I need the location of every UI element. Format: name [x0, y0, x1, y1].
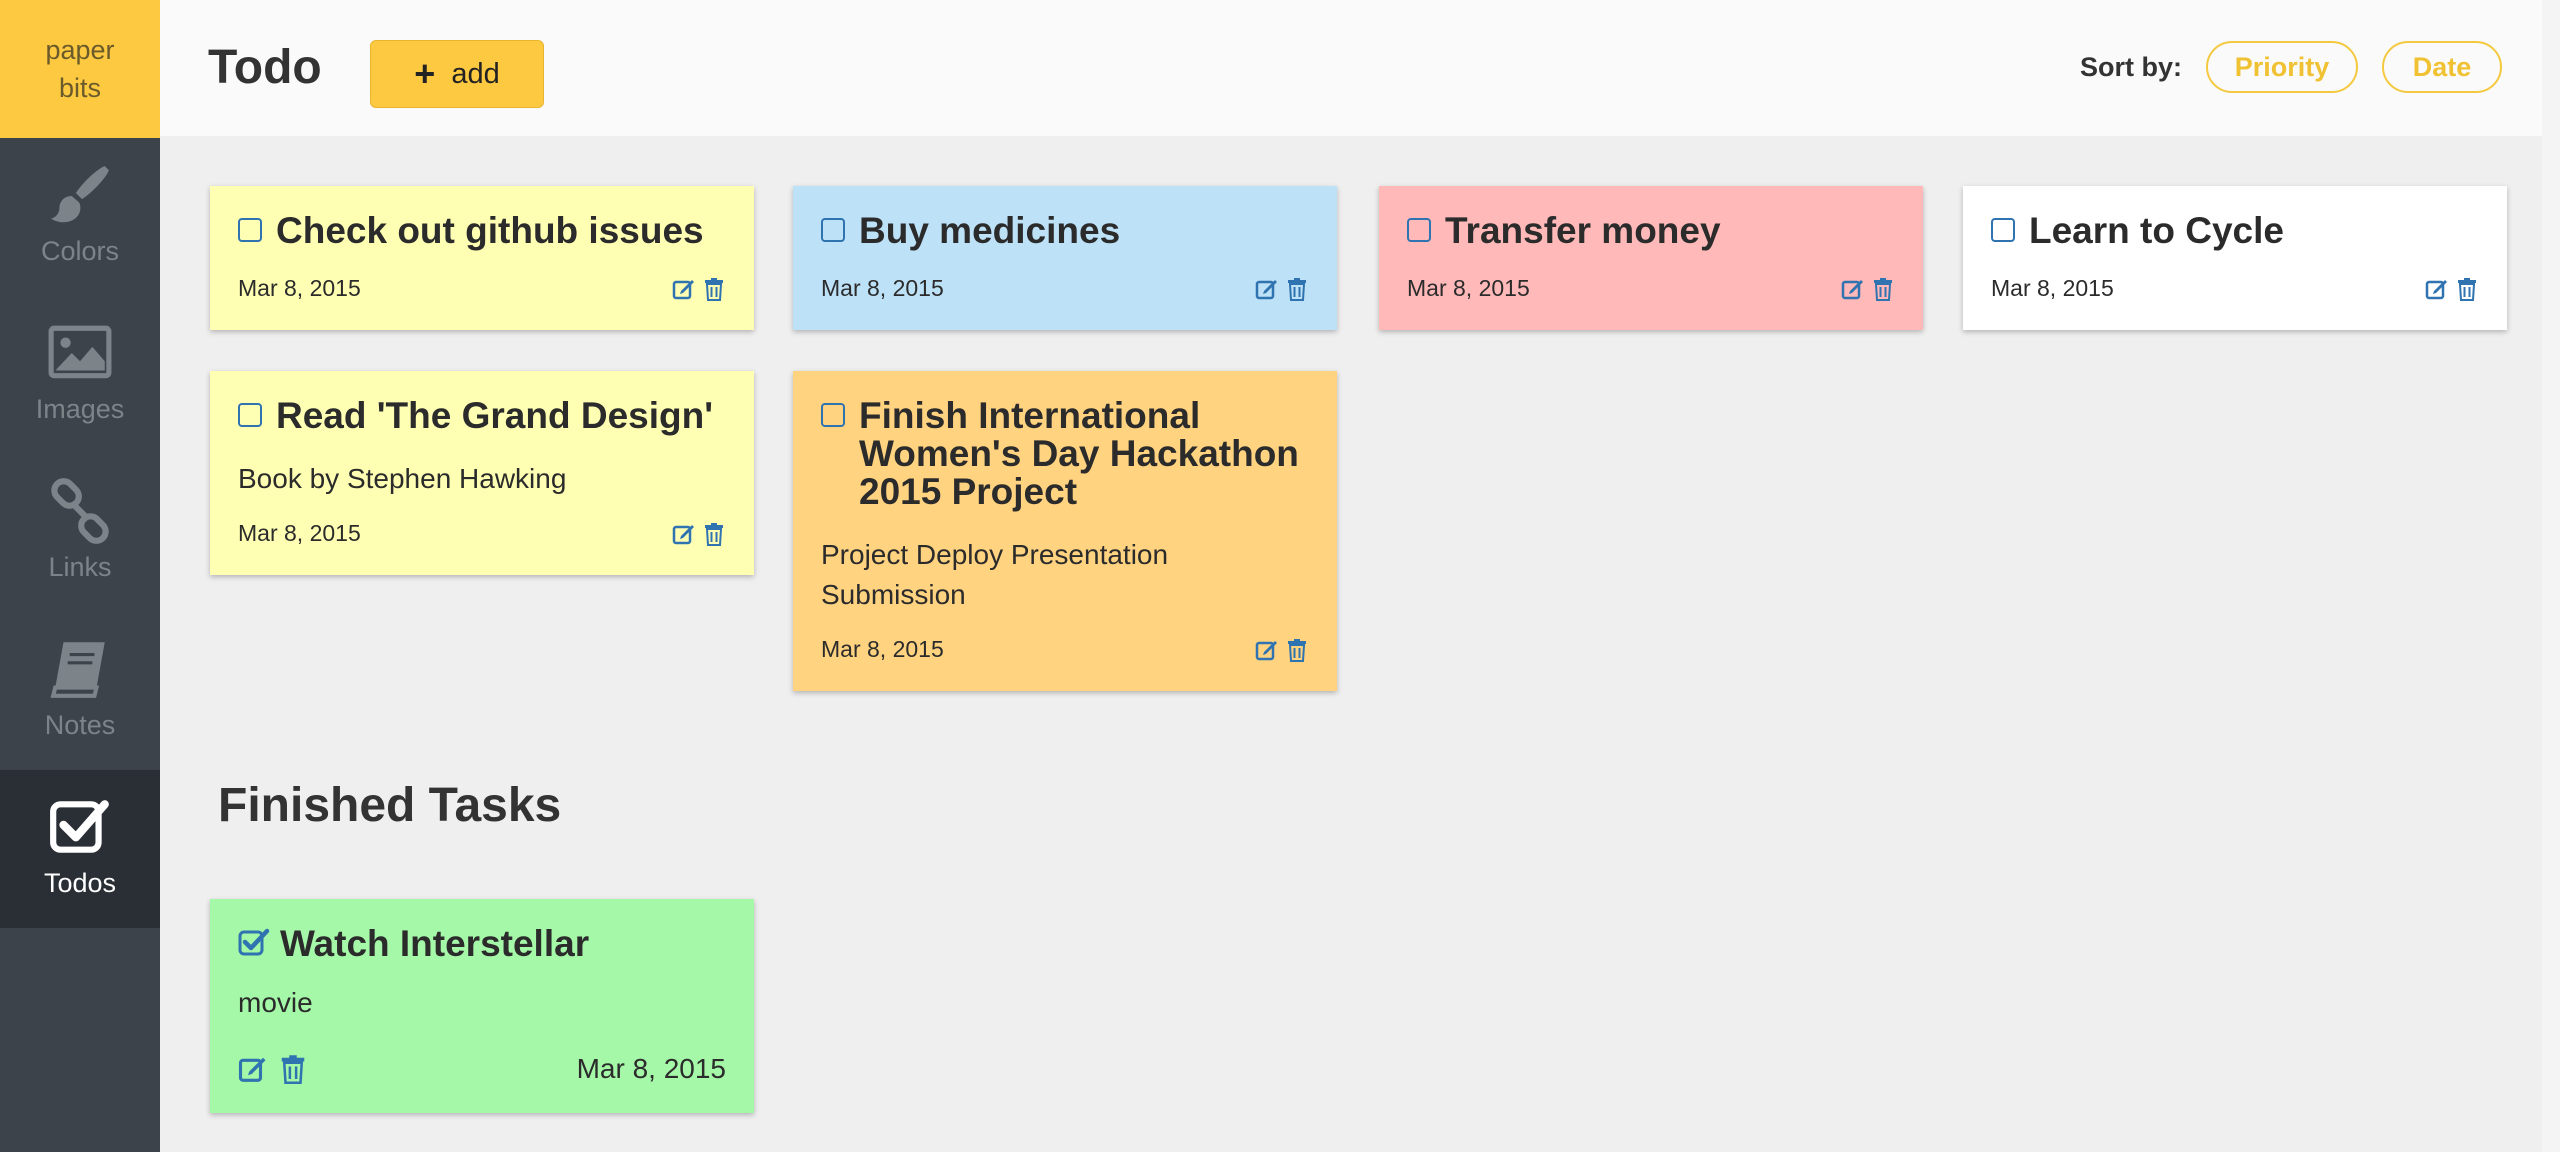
- sidebar-item-label: Notes: [44, 710, 116, 740]
- todo-date: Mar 8, 2015: [238, 275, 361, 301]
- todo-title: Buy medicines: [859, 210, 1121, 251]
- todo-checkbox[interactable]: [821, 218, 845, 242]
- plus-icon: +: [414, 53, 436, 94]
- todo-title: Check out github issues: [276, 210, 704, 251]
- trash-icon[interactable]: [1285, 638, 1309, 662]
- link-icon: [51, 478, 109, 544]
- sidebar-item-label: Links: [48, 552, 112, 582]
- finished-todo-card: Watch Interstellar movie Mar 8, 2015: [210, 899, 754, 1113]
- book-icon: [50, 642, 105, 698]
- todo-title: Watch Interstellar: [280, 923, 590, 964]
- edit-icon[interactable]: [1841, 277, 1865, 301]
- app-logo[interactable]: paper bits: [0, 0, 160, 138]
- todo-date: Mar 8, 2015: [1407, 275, 1530, 301]
- todo-checkbox[interactable]: [238, 218, 262, 242]
- edit-icon[interactable]: [1255, 638, 1279, 662]
- sort-priority-button[interactable]: Priority: [2206, 41, 2358, 93]
- todo-date: Mar 8, 2015: [576, 1053, 726, 1084]
- sidebar-item-label: Images: [35, 394, 125, 424]
- edit-icon[interactable]: [672, 522, 696, 546]
- sidebar-item-links[interactable]: Links: [0, 454, 160, 612]
- checked-checkbox-icon[interactable]: [238, 927, 270, 957]
- scrollbar[interactable]: [2542, 0, 2560, 1152]
- trash-icon[interactable]: [702, 522, 726, 546]
- todo-card: Read 'The Grand Design' Book by Stephen …: [210, 371, 754, 575]
- edit-icon[interactable]: [238, 1054, 268, 1084]
- todo-date: Mar 8, 2015: [821, 275, 944, 301]
- sidebar-item-images[interactable]: Images: [0, 296, 160, 454]
- todo-title: Finish International Women's Day Hackath…: [859, 395, 1299, 512]
- checkbox-icon: [50, 800, 109, 853]
- image-icon: [48, 325, 112, 379]
- todo-card: Finish International Women's Day Hackath…: [793, 371, 1337, 691]
- trash-icon[interactable]: [2455, 277, 2479, 301]
- todo-checkbox[interactable]: [238, 403, 262, 427]
- todo-description: Project Deploy Presentation Submission: [821, 539, 1169, 610]
- sort-by-label: Sort by:: [2080, 52, 2183, 82]
- todo-description: Book by Stephen Hawking: [238, 463, 567, 494]
- edit-icon[interactable]: [2425, 277, 2449, 301]
- sidebar-item-todos[interactable]: Todos: [0, 770, 160, 928]
- todo-title: Transfer money: [1445, 210, 1721, 251]
- sidebar-item-label: Todos: [43, 868, 117, 898]
- page-header: Todo + add Sort by: Priority Date: [160, 0, 2560, 136]
- todo-checkbox[interactable]: [1407, 218, 1431, 242]
- sidebar-item-label: Colors: [40, 236, 120, 266]
- logo-line-2: bits: [58, 73, 102, 103]
- trash-icon[interactable]: [1285, 277, 1309, 301]
- todo-description: movie: [238, 987, 313, 1018]
- trash-icon[interactable]: [1871, 277, 1895, 301]
- add-button-label: add: [451, 57, 500, 90]
- sidebar-item-colors[interactable]: Colors: [0, 138, 160, 296]
- finished-tasks-heading: Finished Tasks: [218, 779, 562, 832]
- todo-card: Check out github issues Mar 8, 2015: [210, 186, 754, 330]
- todo-title: Learn to Cycle: [2029, 210, 2284, 251]
- page-title: Todo: [208, 41, 322, 94]
- todo-checkbox[interactable]: [1991, 218, 2015, 242]
- trash-icon[interactable]: [702, 277, 726, 301]
- sidebar: paper bits Colors Images Links Notes Tod…: [0, 0, 160, 1152]
- logo-line-1: paper: [45, 35, 115, 65]
- todo-checkbox[interactable]: [821, 403, 845, 427]
- paintbrush-icon: [51, 166, 109, 223]
- add-todo-button[interactable]: + add: [370, 40, 544, 108]
- todo-title: Read 'The Grand Design': [276, 395, 714, 436]
- todo-date: Mar 8, 2015: [238, 520, 361, 546]
- todo-card: Transfer money Mar 8, 2015: [1379, 186, 1923, 330]
- todo-card: Buy medicines Mar 8, 2015: [793, 186, 1337, 330]
- trash-icon[interactable]: [278, 1054, 308, 1084]
- edit-icon[interactable]: [1255, 277, 1279, 301]
- todo-date: Mar 8, 2015: [821, 636, 944, 662]
- todo-date: Mar 8, 2015: [1991, 275, 2114, 301]
- sort-date-button[interactable]: Date: [2382, 41, 2502, 93]
- edit-icon[interactable]: [672, 277, 696, 301]
- todo-card: Learn to Cycle Mar 8, 2015: [1963, 186, 2507, 330]
- sidebar-item-notes[interactable]: Notes: [0, 612, 160, 770]
